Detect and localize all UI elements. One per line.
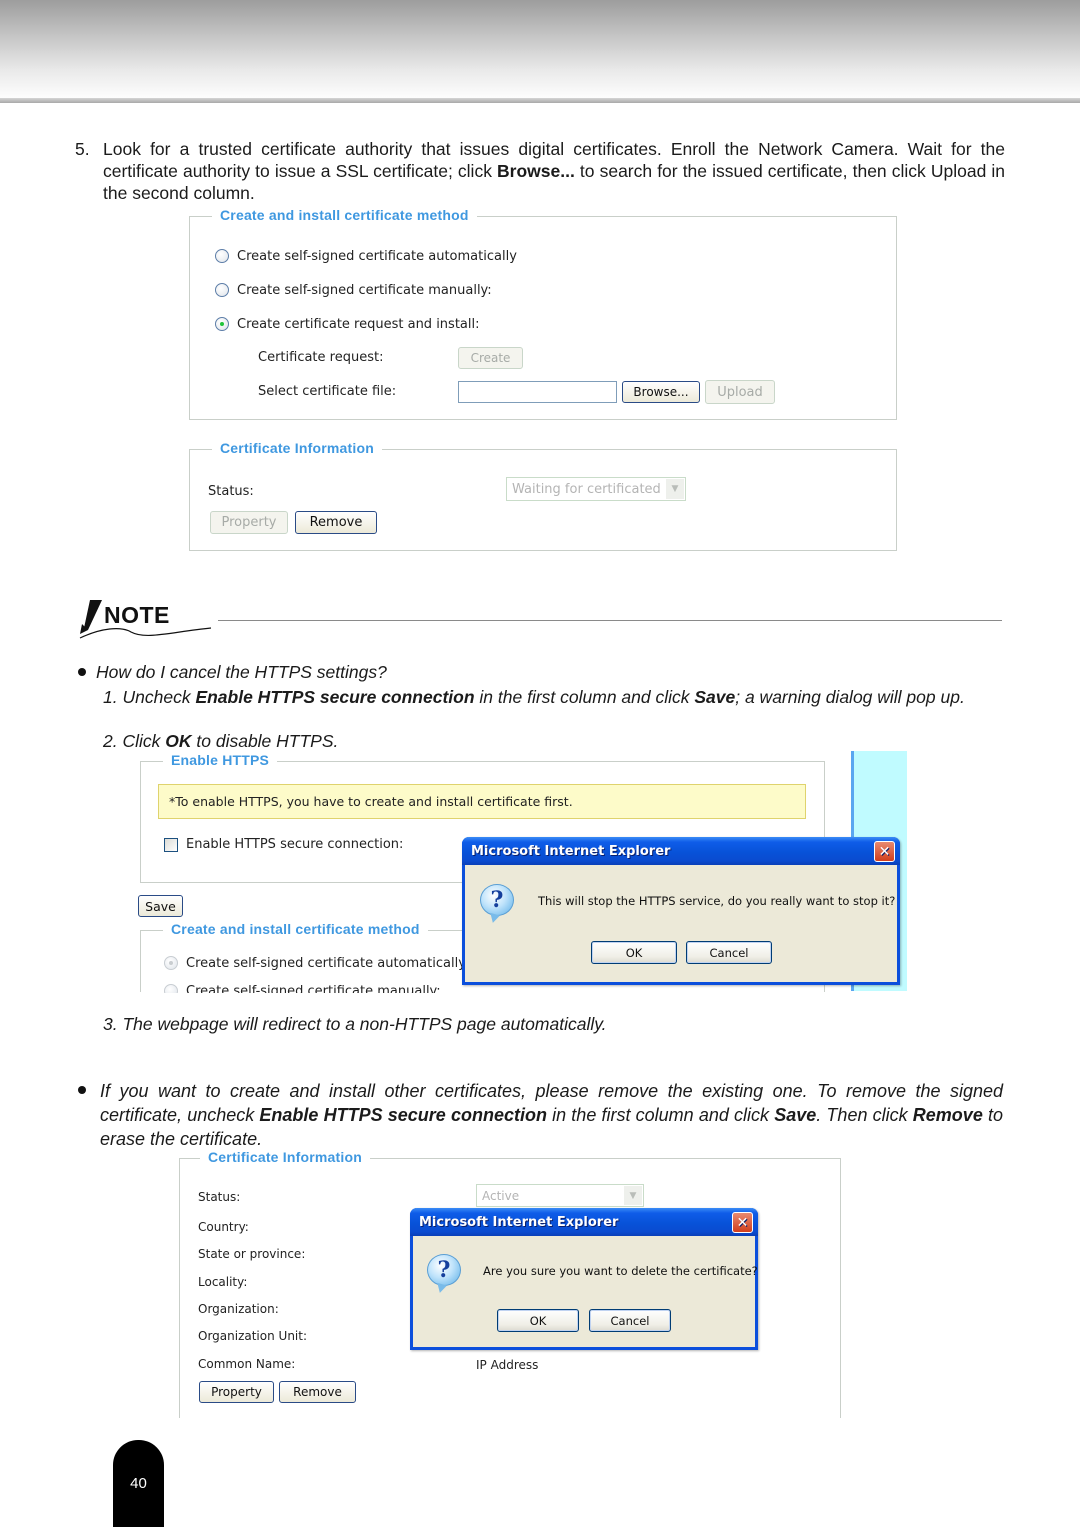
dialog-message: This will stop the HTTPS service, do you… <box>538 894 896 908</box>
state-label: State or province: <box>198 1247 306 1261</box>
certificate-info-legend: Certificate Information <box>212 440 382 456</box>
create-button[interactable]: Create <box>458 347 523 369</box>
step-num: 2. <box>103 731 118 751</box>
ok-button[interactable]: OK <box>497 1309 579 1332</box>
dialog-title: Microsoft Internet Explorer <box>419 1214 619 1230</box>
radio-self-signed-manual-2[interactable] <box>164 984 178 993</box>
status-label-2: Status: <box>198 1190 241 1204</box>
note-heading: NOTE <box>104 602 170 628</box>
dialog-title-bar: Microsoft Internet Explorer ✕ <box>410 1208 758 1236</box>
step-number: 5. <box>75 139 90 159</box>
common-name-label: Common Name: <box>198 1357 296 1371</box>
radio-self-signed-manual-2-label: Create self-signed certificate manually: <box>186 984 441 993</box>
radio-request-install-label: Create certificate request and install: <box>237 317 480 332</box>
property-button-2[interactable]: Property <box>199 1381 274 1403</box>
chevron-down-icon: ▼ <box>624 1186 642 1205</box>
note-question-1: How do I cancel the HTTPS settings? <box>96 662 387 682</box>
radio-self-signed-auto-label: Create self-signed certificate automatic… <box>237 249 517 264</box>
radio-self-signed-manual[interactable] <box>215 283 229 297</box>
status-select-2-value: Active <box>482 1188 520 1203</box>
remove-button[interactable]: Remove <box>295 511 377 534</box>
step-num: 1. <box>103 687 118 707</box>
question-icon: ? <box>427 1254 461 1286</box>
note-divider <box>218 620 1002 621</box>
step-5-browse-bold: Browse... <box>497 161 575 181</box>
text: Click <box>122 731 166 751</box>
header-band <box>0 0 1080 100</box>
certificate-info-fieldset: Certificate Information Status: Waiting … <box>189 440 897 551</box>
note-question-2: If you want to create and install other … <box>100 1079 1003 1151</box>
dialog-message: Are you sure you want to delete the cert… <box>483 1264 758 1278</box>
bold-ok: OK <box>165 731 192 751</box>
remove-button-2[interactable]: Remove <box>279 1381 356 1403</box>
radio-self-signed-auto-2[interactable] <box>164 956 178 970</box>
close-icon[interactable]: ✕ <box>874 841 895 862</box>
property-button[interactable]: Property <box>210 511 288 534</box>
close-icon[interactable]: ✕ <box>732 1212 753 1233</box>
method-legend-2: Create and install certificate method <box>163 921 428 937</box>
radio-self-signed-manual-label: Create self-signed certificate manually: <box>237 283 492 298</box>
certificate-info-legend-2: Certificate Information <box>200 1149 370 1165</box>
bullet-icon <box>78 1086 86 1094</box>
upload-button[interactable]: Upload <box>705 380 775 404</box>
bold-remove: Remove <box>912 1105 983 1125</box>
bold-enable-https: Enable HTTPS secure connection <box>195 687 475 707</box>
status-select-2[interactable]: Active ▼ <box>476 1184 644 1207</box>
status-select[interactable]: Waiting for certificated ▼ <box>506 477 686 501</box>
bold-enable-https: Enable HTTPS secure connection <box>259 1105 547 1125</box>
radio-request-install[interactable] <box>215 317 229 331</box>
https-notice: *To enable HTTPS, you have to create and… <box>158 784 806 819</box>
dialog-title-bar: Microsoft Internet Explorer ✕ <box>462 837 900 865</box>
save-button[interactable]: Save <box>138 895 183 917</box>
organization-unit-label: Organization Unit: <box>198 1329 308 1343</box>
stop-https-dialog: Microsoft Internet Explorer ✕ ? This wil… <box>462 837 900 985</box>
note-q1-step-2: 2. Click OK to disable HTTPS. <box>103 730 338 752</box>
delete-certificate-dialog: Microsoft Internet Explorer ✕ ? Are you … <box>410 1208 758 1350</box>
certificate-file-input[interactable] <box>458 381 617 403</box>
common-name-value: IP Address <box>476 1358 539 1372</box>
ok-button[interactable]: OK <box>591 941 677 964</box>
cancel-button[interactable]: Cancel <box>589 1309 671 1332</box>
cancel-button[interactable]: Cancel <box>686 941 772 964</box>
step-5-paragraph: 5. Look for a trusted certificate author… <box>75 138 1005 204</box>
page-number: 40 <box>113 1440 164 1527</box>
organization-label: Organization: <box>198 1302 279 1316</box>
text: ; a warning dialog will pop up. <box>735 687 965 707</box>
method-fieldset: Create and install certificate method Cr… <box>189 207 897 420</box>
note-q1-step-1: 1. Uncheck Enable HTTPS secure connectio… <box>103 686 983 708</box>
text: in the first column and click <box>474 687 695 707</box>
browse-button[interactable]: Browse... <box>622 381 700 403</box>
note-q1-step-3: 3. The webpage will redirect to a non-HT… <box>103 1014 607 1034</box>
bullet-icon <box>78 668 86 676</box>
country-label: Country: <box>198 1220 249 1234</box>
radio-self-signed-auto-2-label: Create self-signed certificate automatic… <box>186 956 466 971</box>
method-legend: Create and install certificate method <box>212 207 477 223</box>
enable-https-checkbox[interactable] <box>164 838 178 852</box>
certificate-request-label: Certificate request: <box>258 350 384 365</box>
status-label: Status: <box>208 484 254 499</box>
note-logo: NOTE <box>76 598 216 640</box>
text: in the first column and click <box>546 1105 775 1125</box>
radio-self-signed-auto[interactable] <box>215 249 229 263</box>
bold-save: Save <box>774 1105 817 1125</box>
text: Uncheck <box>122 687 196 707</box>
select-file-label: Select certificate file: <box>258 384 397 399</box>
enable-https-legend: Enable HTTPS <box>163 752 278 768</box>
text: to disable HTTPS. <box>191 731 339 751</box>
enable-https-label: Enable HTTPS secure connection: <box>186 837 404 852</box>
chevron-down-icon: ▼ <box>666 479 684 499</box>
question-icon: ? <box>480 884 514 916</box>
step-5-text: Look for a trusted certificate authority… <box>103 138 1005 204</box>
locality-label: Locality: <box>198 1275 248 1289</box>
bold-save: Save <box>694 687 736 707</box>
status-select-value: Waiting for certificated <box>512 481 661 497</box>
dialog-title: Microsoft Internet Explorer <box>471 843 671 859</box>
text: . Then click <box>816 1105 913 1125</box>
header-rule <box>0 98 1080 103</box>
